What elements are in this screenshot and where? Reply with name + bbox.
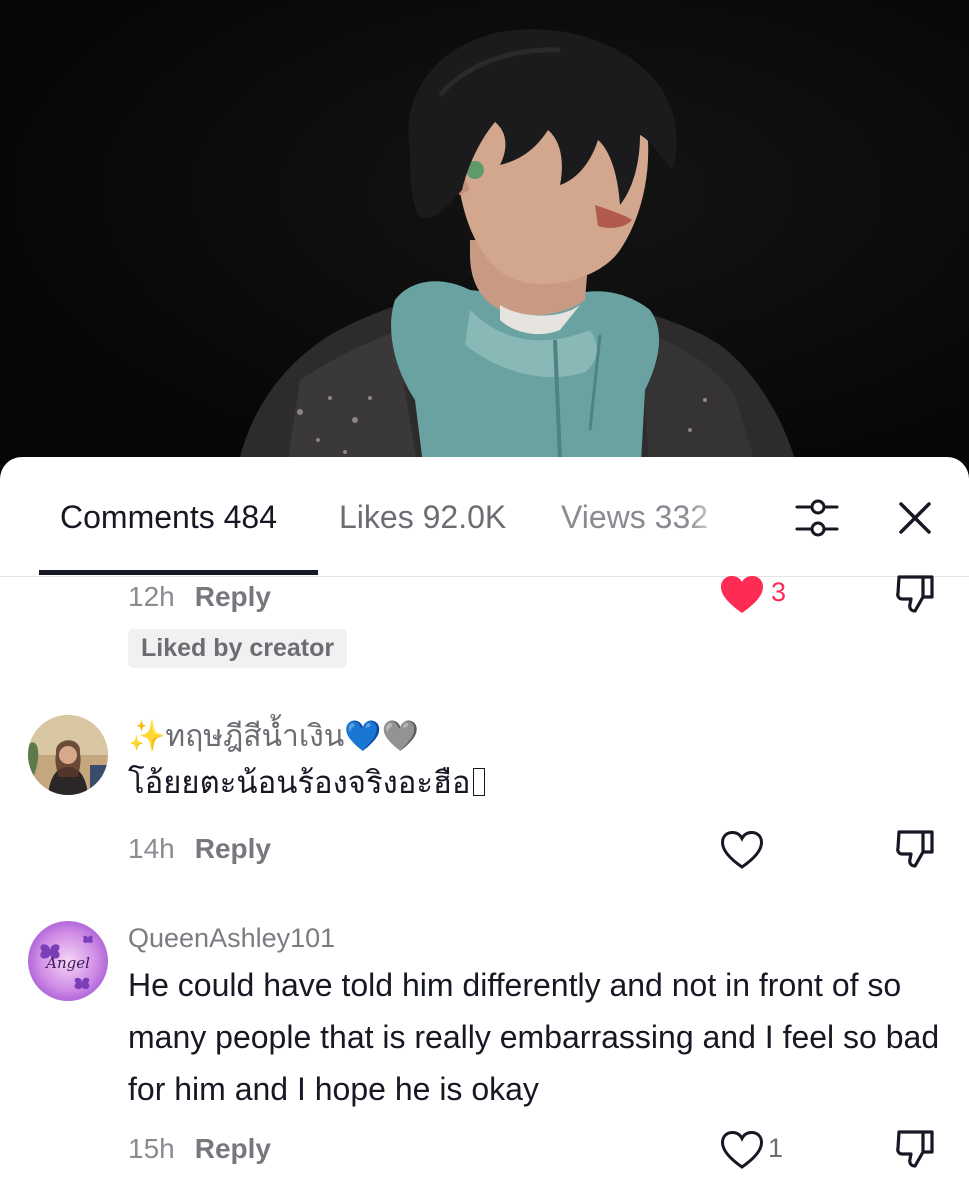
comment-text: He could have told him differently and n… <box>128 967 940 1107</box>
avatar-angel-text: Angel <box>44 954 90 972</box>
comments-sheet: Comments 484 Likes 92.0K Views 332 12h R… <box>0 457 969 1200</box>
tab-bar: Comments 484 Likes 92.0K Views 332 <box>0 457 969 577</box>
comment-list[interactable]: 12h Reply 3 Liked by creator ✨ทฤษฎีสีน้ำ… <box>0 575 969 1200</box>
thumbs-down-icon[interactable] <box>895 573 935 615</box>
comment-item: 12h Reply 3 Liked by creator <box>0 575 969 687</box>
video-frame-illustration <box>235 29 800 480</box>
comment-username[interactable]: QueenAshley101 <box>128 923 335 954</box>
missing-glyph-box <box>472 768 485 796</box>
reply-button[interactable]: Reply <box>195 833 271 864</box>
tab-comments[interactable]: Comments 484 <box>60 497 277 537</box>
tab-comments-label: Comments <box>60 499 215 535</box>
comment-meta: 12h Reply <box>128 581 271 613</box>
tab-views-count: 332 <box>654 499 709 535</box>
tab-views-label: Views <box>561 499 646 535</box>
comment-username[interactable]: ✨ทฤษฎีสีน้ำเงิน💙🩶 <box>128 713 419 760</box>
tab-likes-count: 92.0K <box>422 499 507 535</box>
comment-meta: 15h Reply <box>128 1133 271 1165</box>
comment-item: ✨ทฤษฎีสีน้ำเงิน💙🩶 โอ้ยยตะน้อนร้องจริงอะฮ… <box>0 715 969 895</box>
tab-likes-label: Likes <box>339 499 414 535</box>
like-count: 3 <box>771 577 787 607</box>
heart-icon[interactable] <box>720 1130 764 1170</box>
comment-time: 14h <box>128 833 175 864</box>
active-tab-indicator <box>39 570 318 575</box>
comment-text: โอ้ยยตะน้อนร้องจริงอะฮือ <box>128 765 471 800</box>
heart-icon[interactable] <box>720 575 764 615</box>
heart-icon[interactable] <box>720 830 764 870</box>
comment-text-row: โอ้ยยตะน้อนร้องจริงอะฮือ <box>128 757 948 809</box>
avatar[interactable] <box>28 715 108 795</box>
thumbs-down-icon[interactable] <box>895 828 935 870</box>
reply-button[interactable]: Reply <box>195 1133 271 1164</box>
avatar[interactable]: Angel <box>28 921 108 1001</box>
tab-views[interactable]: Views 332 <box>561 497 729 537</box>
liked-by-creator-badge: Liked by creator <box>128 629 348 668</box>
thumbs-down-icon[interactable] <box>895 1128 935 1170</box>
close-icon[interactable] <box>895 498 935 538</box>
tab-comments-count: 484 <box>223 499 277 535</box>
like-count: 1 <box>768 1133 784 1163</box>
video-player[interactable] <box>0 0 969 480</box>
tab-likes[interactable]: Likes 92.0K <box>339 497 506 537</box>
comment-time: 15h <box>128 1133 175 1164</box>
comment-meta: 14h Reply <box>128 833 271 865</box>
comment-time: 12h <box>128 581 175 612</box>
reply-button[interactable]: Reply <box>195 581 271 612</box>
sliders-icon[interactable] <box>794 495 840 541</box>
comment-item: Angel QueenAshley101 He could have told … <box>0 921 969 1200</box>
